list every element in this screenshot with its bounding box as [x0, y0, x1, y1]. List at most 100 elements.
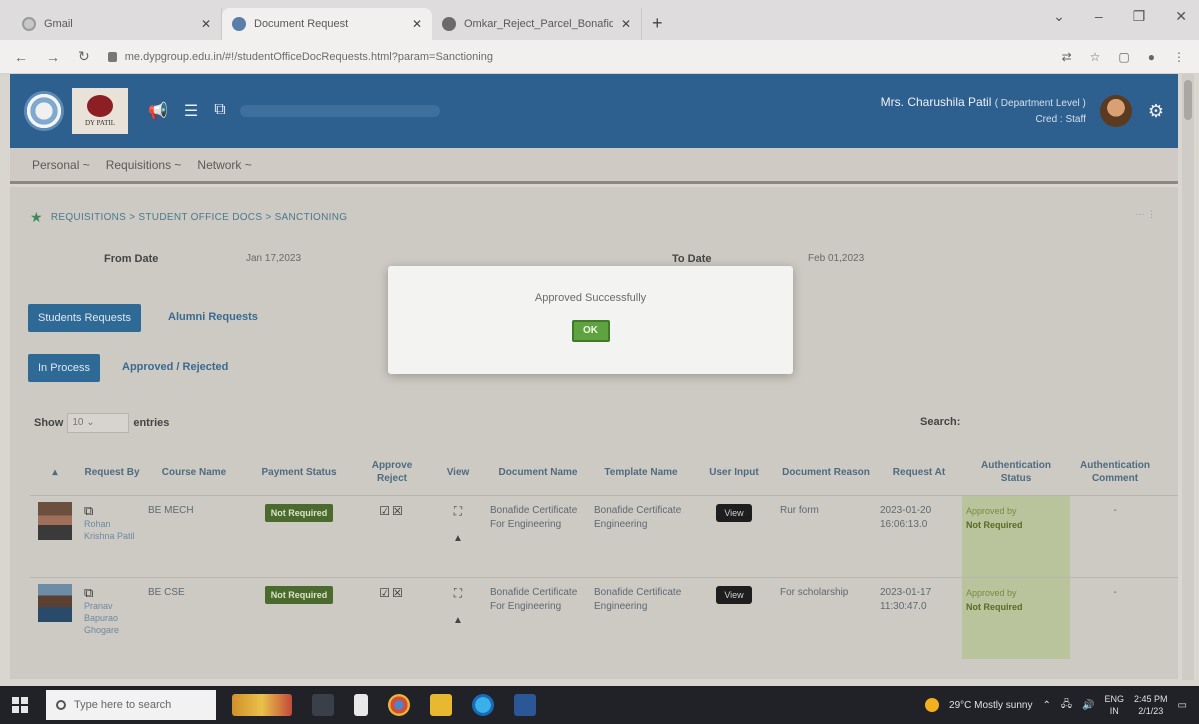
language-indicator[interactable]: ENG IN	[1105, 693, 1125, 717]
college-logo[interactable]: DY PATIL	[72, 88, 128, 134]
payment-status-badge: Not Required	[264, 504, 334, 522]
translate-icon[interactable]: ⇄	[1062, 50, 1072, 64]
th-authentication-status[interactable]: Authentication Status	[962, 449, 1070, 495]
th-document-name[interactable]: Document Name	[486, 449, 590, 495]
windows-start-icon[interactable]	[12, 697, 28, 713]
th-payment-status[interactable]: Payment Status	[244, 449, 354, 495]
new-tab-button[interactable]: +	[652, 13, 663, 34]
weather-sun-icon[interactable]	[925, 698, 940, 712]
page-scrollbar[interactable]	[1182, 74, 1194, 680]
tab-alumni-requests[interactable]: Alumni Requests	[168, 311, 258, 323]
user-input-cell: View	[692, 496, 776, 577]
browser-tab-document-request[interactable]: Document Request ✕	[222, 8, 432, 40]
document-reason-cell: For scholarship	[780, 587, 849, 598]
windows-taskbar: Type here to search 29°C Mostly sunny ⌃ …	[0, 686, 1199, 724]
back-icon[interactable]: ←	[14, 49, 28, 65]
view-button[interactable]: View	[716, 504, 752, 522]
copy-icon[interactable]: ⧉	[84, 586, 140, 600]
th-approve-reject[interactable]: Approve Reject	[354, 449, 430, 495]
th-request-at[interactable]: Request At	[876, 449, 962, 495]
template-name-cell: Bonafide Certificate Engineering	[594, 587, 682, 612]
user-input-cell: View	[692, 578, 776, 659]
news-widget-icon[interactable]	[232, 694, 292, 716]
file-explorer-icon[interactable]	[430, 694, 452, 716]
tray-chevron-icon[interactable]: ⌃	[1043, 700, 1051, 711]
profile-icon[interactable]: ●	[1148, 50, 1155, 64]
url-field[interactable]: me.dypgroup.edu.in/#!/studentOfficeDocRe…	[107, 45, 1044, 69]
close-tab-icon[interactable]: ✕	[412, 17, 422, 31]
tab-search-icon[interactable]: ⌄	[1053, 8, 1065, 25]
star-icon[interactable]: ★	[30, 209, 43, 226]
menu-personal[interactable]: Personal ~	[32, 158, 90, 172]
date: 2/1/23	[1138, 706, 1164, 716]
task-view-icon[interactable]	[312, 694, 334, 716]
th-course-name[interactable]: Course Name	[144, 449, 244, 495]
menu-dots-icon[interactable]: ⋮	[1173, 50, 1185, 64]
menu-requisitions[interactable]: Requisitions ~	[106, 158, 182, 172]
close-window-icon[interactable]: ✕	[1175, 8, 1187, 25]
auth-status-line1: Approved by	[966, 506, 1017, 516]
th-document-reason[interactable]: Document Reason	[776, 449, 876, 495]
page-length-select[interactable]: 10 ⌄	[67, 413, 130, 433]
th-sort[interactable]: ▴	[30, 449, 80, 495]
forward-icon[interactable]: →	[46, 49, 60, 65]
tab-students-requests[interactable]: Students Requests	[28, 304, 141, 332]
browser-tab-omkar[interactable]: Omkar_Reject_Parcel_Bonafide ✕	[432, 8, 642, 40]
warning-icon[interactable]: ▲	[434, 614, 482, 628]
edge-icon[interactable]	[472, 694, 494, 716]
student-name[interactable]: Pranav Bapurao Ghogare	[84, 600, 140, 636]
taskbar-search[interactable]: Type here to search	[46, 690, 216, 720]
close-tab-icon[interactable]: ✕	[621, 17, 631, 31]
reload-icon[interactable]: ↻	[78, 48, 90, 65]
copy-icon[interactable]: ⧉	[84, 504, 140, 518]
payment-status-badge: Not Required	[264, 586, 334, 604]
photo-cell	[30, 496, 80, 577]
th-authentication-comment[interactable]: Authentication Comment	[1070, 449, 1160, 495]
ok-button[interactable]: OK	[571, 320, 610, 342]
tab-title: Document Request	[254, 18, 349, 30]
menu-network[interactable]: Network ~	[197, 158, 251, 172]
expand-icon[interactable]: ⛶	[434, 504, 482, 518]
clock[interactable]: 2:45 PM 2/1/23	[1134, 693, 1168, 717]
minimize-icon[interactable]: –	[1095, 8, 1103, 25]
maximize-icon[interactable]: ❐	[1133, 8, 1146, 25]
tab-in-process[interactable]: In Process	[28, 354, 100, 382]
expand-icon[interactable]: ⛶	[434, 586, 482, 600]
approve-checkbox-icon[interactable]: ☑	[379, 586, 392, 600]
reject-checkbox-icon[interactable]: ☒	[392, 586, 405, 600]
to-date-input[interactable]: Feb 01,2023	[808, 253, 864, 264]
notification-icon[interactable]: ▭	[1178, 700, 1187, 711]
auth-status-line1: Approved by	[966, 588, 1017, 598]
warning-icon[interactable]: ▲	[434, 532, 482, 546]
bookmark-star-icon[interactable]: ☆	[1090, 50, 1101, 64]
chrome-taskbar-icon[interactable]	[388, 694, 410, 716]
student-name[interactable]: Rohan Krishna Patil	[84, 518, 140, 542]
view-button[interactable]: View	[716, 586, 752, 604]
auth-comment-cell: -	[1113, 505, 1117, 516]
close-tab-icon[interactable]: ✕	[201, 17, 211, 31]
th-request-by[interactable]: Request By	[80, 449, 144, 495]
from-date-input[interactable]: Jan 17,2023	[246, 253, 301, 264]
sidepanel-icon[interactable]: ▢	[1118, 50, 1129, 64]
avatar[interactable]	[1099, 95, 1132, 127]
megaphone-icon[interactable]: 📢	[148, 101, 168, 121]
reject-checkbox-icon[interactable]: ☒	[392, 504, 405, 518]
th-user-input[interactable]: User Input	[692, 449, 776, 495]
settings-gears-icon[interactable]: ⚙	[1148, 101, 1164, 122]
th-view[interactable]: View	[430, 449, 486, 495]
database-icon[interactable]: ☰	[184, 101, 198, 121]
gmail-icon	[22, 17, 36, 31]
tab-approved-rejected[interactable]: Approved / Rejected	[122, 361, 228, 373]
external-link-icon[interactable]: ⧉	[214, 101, 225, 121]
browser-tab-gmail[interactable]: Gmail ✕	[12, 8, 222, 40]
approve-checkbox-icon[interactable]: ☑	[379, 504, 392, 518]
group-logo[interactable]	[24, 91, 64, 131]
network-icon[interactable]: 🖧	[1061, 697, 1072, 714]
volume-icon[interactable]: 🔊	[1082, 700, 1094, 711]
scrollbar-thumb[interactable]	[1184, 80, 1192, 120]
weather-text[interactable]: 29°C Mostly sunny	[949, 700, 1032, 711]
user-info[interactable]: Mrs. Charushila Patil ( Department Level…	[881, 94, 1086, 128]
file-icon[interactable]	[354, 694, 368, 716]
word-icon[interactable]	[514, 694, 536, 716]
th-template-name[interactable]: Template Name	[590, 449, 692, 495]
